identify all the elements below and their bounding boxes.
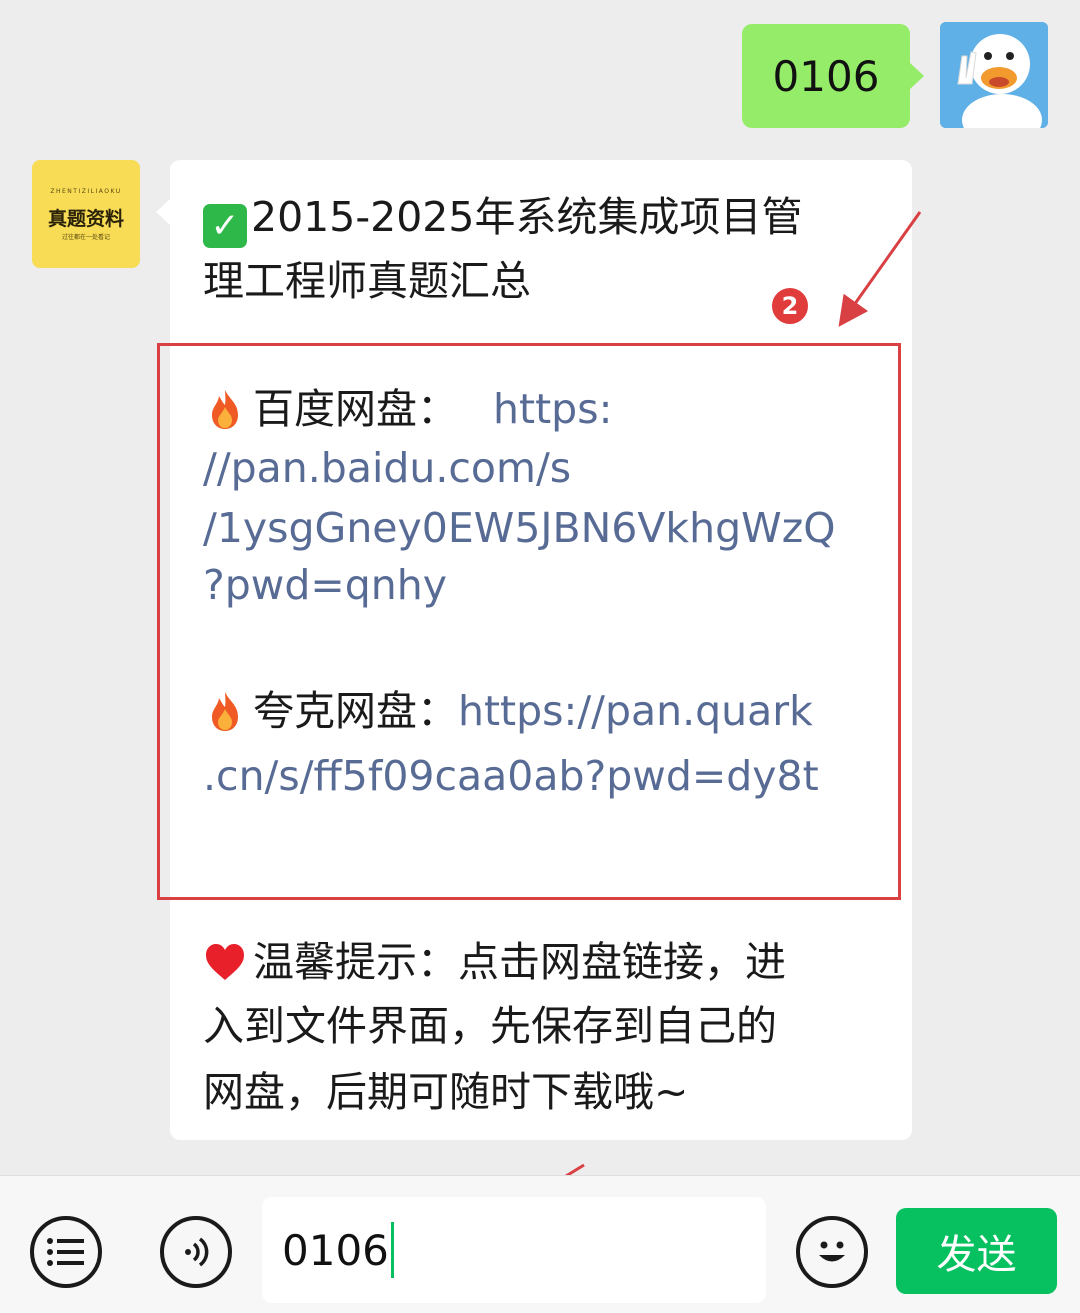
quark-link-part-2[interactable]: .cn/s/ff5f09caa0ab?pwd=dy8t bbox=[203, 756, 819, 797]
message-input-value: 0106 bbox=[282, 1225, 389, 1275]
tip-line-1: 温馨提示：点击网盘链接，进 bbox=[203, 940, 786, 984]
baidu-link-part-1[interactable]: https: bbox=[493, 385, 612, 433]
tip-line-2: 入到文件界面，先保存到自己的 bbox=[203, 1002, 777, 1050]
baidu-line: 百度网盘： https: bbox=[203, 387, 612, 431]
tip-line-3: 网盘，后期可随时下载哦~ bbox=[203, 1068, 689, 1116]
baidu-label: 百度网盘： bbox=[253, 385, 458, 433]
emoji-button[interactable] bbox=[796, 1216, 868, 1288]
chat-area: 0106 ZHENTIZILIAOKU 真题资料 过往都在一处看记 ✓ 2015-… bbox=[0, 0, 1080, 1175]
fire-emoji bbox=[212, 692, 238, 731]
quark-link-part-1[interactable]: https://pan.quark bbox=[458, 687, 813, 735]
annotation-badge-2: 2 bbox=[770, 286, 810, 326]
baidu-link-part-4[interactable]: ?pwd=qnhy bbox=[203, 565, 447, 606]
text-caret bbox=[390, 1222, 394, 1278]
quark-label: 夸克网盘： bbox=[253, 687, 458, 735]
outgoing-message-text: 0106 bbox=[772, 51, 880, 101]
baidu-link-part-2[interactable]: //pan.baidu.com/s bbox=[203, 448, 571, 489]
voice-button[interactable] bbox=[160, 1216, 232, 1288]
baidu-link-part-3[interactable]: /1ysgGney0EW5JBN6VkhgWzQ bbox=[203, 508, 836, 549]
quark-line: 夸克网盘：https://pan.quark bbox=[203, 689, 813, 733]
send-button[interactable]: 发送 bbox=[896, 1208, 1057, 1294]
user-avatar[interactable] bbox=[940, 22, 1048, 128]
message-title-line-1: ✓ 2015-2025年系统集成项目管 bbox=[203, 197, 802, 248]
message-title-line-2: 理工程师真题汇总 bbox=[203, 257, 531, 305]
emoji-icon bbox=[819, 1241, 845, 1262]
message-input[interactable]: 0106 bbox=[262, 1197, 766, 1303]
outgoing-message-bubble[interactable]: 0106 bbox=[742, 24, 924, 128]
avatar-subtitle-bottom: 过往都在一处看记 bbox=[61, 234, 110, 241]
sender-avatar[interactable]: ZHENTIZILIAOKU 真题资料 过往都在一处看记 bbox=[32, 160, 140, 268]
menu-button[interactable] bbox=[30, 1216, 102, 1288]
check-emoji: ✓ bbox=[203, 204, 247, 248]
menu-icon bbox=[47, 1238, 84, 1266]
fire-emoji bbox=[212, 390, 238, 429]
avatar-brand-text: 真题资料 bbox=[47, 208, 124, 230]
title-text-1: 2015-2025年系统集成项目管 bbox=[251, 193, 803, 241]
duck-avatar-icon bbox=[940, 22, 1048, 128]
voice-icon bbox=[185, 1237, 209, 1267]
tip-text-1: 温馨提示：点击网盘链接，进 bbox=[253, 938, 786, 986]
heart-emoji bbox=[206, 944, 244, 980]
avatar-subtitle-top: ZHENTIZILIAOKU bbox=[50, 188, 122, 195]
